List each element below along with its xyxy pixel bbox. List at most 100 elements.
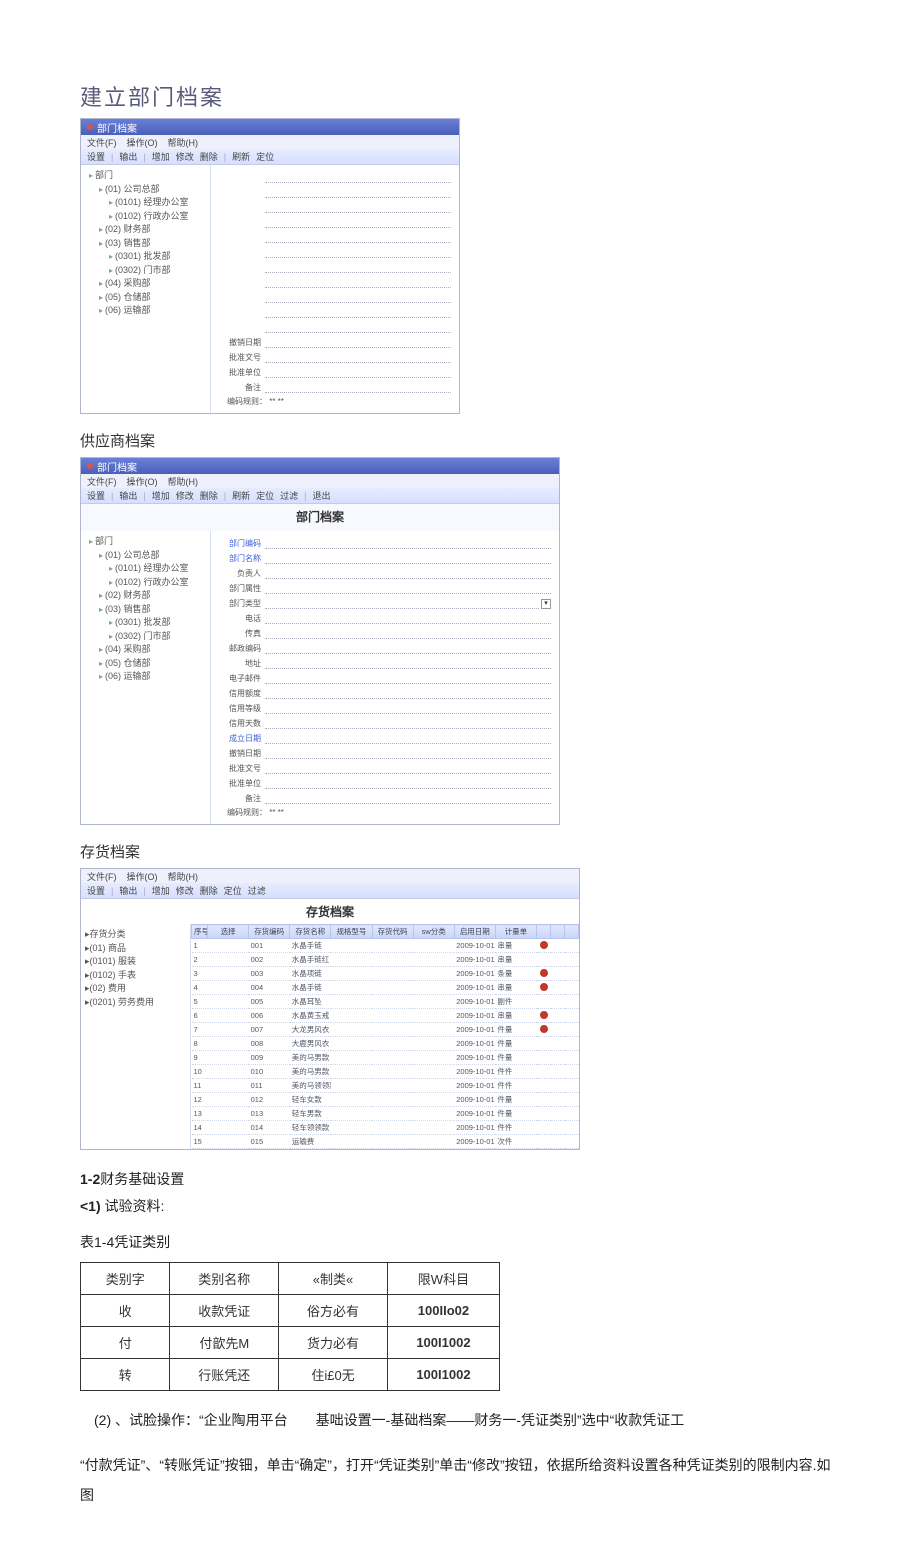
tree-node[interactable]: ▸(02) 财务部 [85,223,206,237]
tb-refresh[interactable]: 刷新 [232,489,250,502]
table-row[interactable]: 14014轻车领领款2009-10-01件件 [192,1121,579,1135]
field-input[interactable] [265,367,451,378]
field-input[interactable] [265,292,451,303]
tree-node[interactable]: ▸(0301) 批发部 [85,616,206,630]
tree-node[interactable]: ▸(0101) 经理办公室 [85,562,206,576]
menu-help[interactable]: 帮助(H) [168,136,199,148]
tree-node[interactable]: ▸(0301) 批发部 [85,250,206,264]
tb-delete[interactable]: 删除 [200,150,218,163]
field-input[interactable] [265,613,551,624]
table-row[interactable]: 13013轻车男款2009-10-01件量 [192,1107,579,1121]
field-input[interactable] [265,262,451,273]
tb-edit[interactable]: 修改 [176,884,194,897]
dept-tree[interactable]: ▸部门▸(01) 公司总部▸(0101) 经理办公室▸(0102) 行政办公室▸… [81,531,211,824]
table-row[interactable]: 5005水晶耳坠2009-10-01副件 [192,995,579,1009]
field-input[interactable] [265,352,451,363]
tree-node[interactable]: ▸(05) 仓储部 [85,291,206,305]
date-picker-icon[interactable]: ▾ [541,599,551,609]
field-input[interactable] [265,247,451,258]
dept-tree[interactable]: ▸部门▸(01) 公司总部▸(0101) 经理办公室▸(0102) 行政办公室▸… [81,165,211,413]
table-row[interactable]: 8008大鹿男风衣2009-10-01件量 [192,1037,579,1051]
field-input[interactable] [265,748,551,759]
field-input[interactable] [265,778,551,789]
field-input[interactable] [265,277,451,288]
tree-node[interactable]: ▸部门 [85,169,206,183]
table-row[interactable]: 12012轻车女款2009-10-01件量 [192,1093,579,1107]
field-input[interactable] [265,643,551,654]
table-row[interactable]: 2002水晶手链红2009-10-01串量 [192,953,579,967]
field-input[interactable] [265,307,451,318]
col-header[interactable]: 存货代码 [372,925,413,939]
col-header[interactable] [551,925,565,939]
field-input[interactable] [265,793,551,804]
tree-node[interactable]: ▸(02) 财务部 [85,589,206,603]
col-header[interactable]: 存货名称 [290,925,331,939]
menu-operate[interactable]: 操作(O) [127,475,158,487]
field-input[interactable] [265,172,451,183]
menu-file[interactable]: 文件(F) [87,136,117,148]
tree-node[interactable]: ▸(04) 采购部 [85,643,206,657]
table-row[interactable]: 4004水晶手链2009-10-01串量 [192,981,579,995]
tb-locate[interactable]: 定位 [224,884,242,897]
field-input[interactable] [265,538,551,549]
tb-filter[interactable]: 过滤 [280,489,298,502]
table-row[interactable]: 10010美的马男款2009-10-01件件 [192,1065,579,1079]
menubar[interactable]: 文件(F) 操作(O) 帮助(H) [81,474,559,488]
tb-exit[interactable]: 退出 [313,489,331,502]
menu-operate[interactable]: 操作(O) [127,870,158,882]
field-input[interactable] [265,568,551,579]
tree-node[interactable]: ▸(05) 仓储部 [85,657,206,671]
field-input[interactable] [265,217,451,228]
tree-node[interactable]: ▸(0201) 劳务费用 [85,996,186,1010]
field-input[interactable] [265,322,451,333]
field-input[interactable] [265,688,551,699]
tb-add[interactable]: 增加 [152,150,170,163]
table-row[interactable]: 1001水晶手链2009-10-01串量 [192,939,579,953]
col-header[interactable]: 启用日期 [454,925,495,939]
field-input[interactable] [265,658,551,669]
tb-delete[interactable]: 删除 [200,489,218,502]
table-row[interactable]: 3003水晶项链2009-10-01条量 [192,967,579,981]
field-input[interactable] [265,718,551,729]
col-header[interactable] [565,925,579,939]
tb-locate[interactable]: 定位 [256,150,274,163]
field-input[interactable] [265,703,551,714]
tb-locate[interactable]: 定位 [256,489,274,502]
menu-operate[interactable]: 操作(O) [127,136,158,148]
field-input[interactable] [265,187,451,198]
menu-file[interactable]: 文件(F) [87,475,117,487]
tree-node[interactable]: ▸(06) 运输部 [85,304,206,318]
col-header[interactable]: 计量单 [495,925,536,939]
tb-output[interactable]: 输出 [119,884,137,897]
col-header[interactable]: 规格型号 [331,925,372,939]
tb-delete[interactable]: 删除 [200,884,218,897]
field-input[interactable] [265,382,451,393]
tree-node[interactable]: ▸存货分类 [85,928,186,942]
tree-node[interactable]: ▸(0302) 门市部 [85,264,206,278]
table-row[interactable]: 9009美的马男款2009-10-01件量 [192,1051,579,1065]
field-input[interactable] [265,763,551,774]
tb-settings[interactable]: 设置 [87,489,105,502]
col-header[interactable] [537,925,551,939]
field-input[interactable] [265,202,451,213]
field-input[interactable] [265,583,551,594]
tree-node[interactable]: ▸(04) 采购部 [85,277,206,291]
field-input[interactable] [265,673,551,684]
tree-node[interactable]: ▸(0102) 行政办公室 [85,210,206,224]
tb-refresh[interactable]: 刷新 [232,150,250,163]
menubar[interactable]: 文件(F) 操作(O) 帮助(H) [81,869,579,883]
tree-node[interactable]: ▸(0101) 经理办公室 [85,196,206,210]
field-input[interactable] [265,337,451,348]
col-header[interactable]: sw分类 [413,925,454,939]
tree-node[interactable]: ▸(0101) 服装 [85,955,186,969]
tree-node[interactable]: ▸(0302) 门市部 [85,630,206,644]
field-input[interactable] [265,232,451,243]
field-input[interactable] [265,553,551,564]
tb-add[interactable]: 增加 [152,489,170,502]
tb-settings[interactable]: 设置 [87,884,105,897]
col-header[interactable]: 选择 [208,925,249,939]
tb-output[interactable]: 输出 [119,150,137,163]
table-row[interactable]: 7007大龙男风衣2009-10-01件量 [192,1023,579,1037]
inventory-tree[interactable]: ▸存货分类▸(01) 商品▸(0101) 服装▸(0102) 手表▸(02) 费… [81,924,191,1149]
inventory-grid[interactable]: 序号选择存货编码存货名称规格型号存货代码sw分类启用日期计量单 1001水晶手链… [191,924,579,1149]
